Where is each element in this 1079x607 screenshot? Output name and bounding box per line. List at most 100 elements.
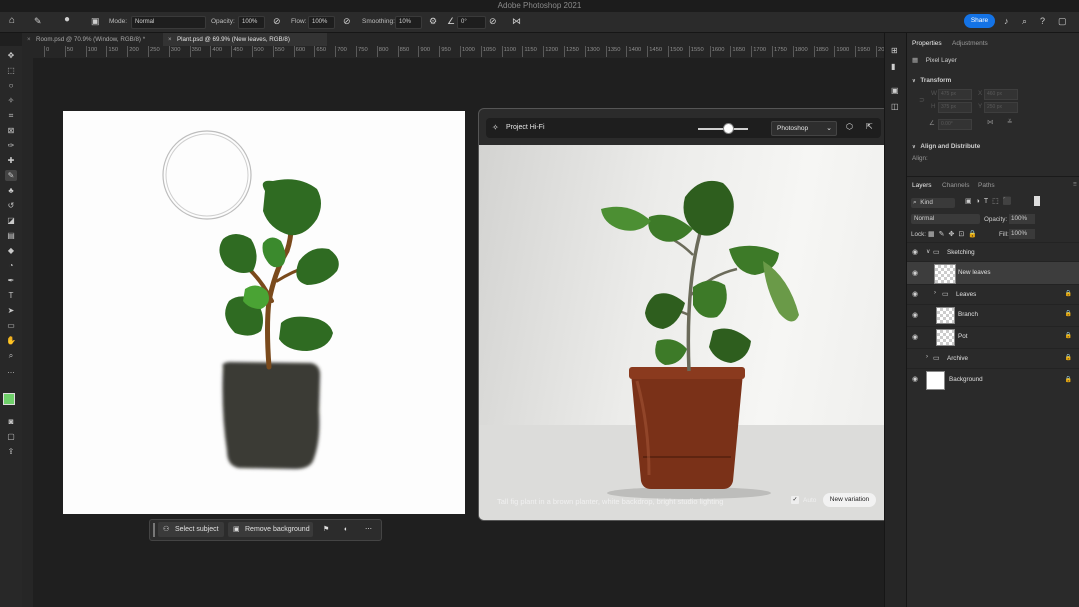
brush-settings-icon[interactable]: ▣ xyxy=(91,15,100,27)
visibility-eye-icon[interactable]: ◉ xyxy=(912,311,918,319)
gradient-icon[interactable]: ▤ xyxy=(5,230,17,241)
hexagon-icon[interactable]: ⬡ xyxy=(846,122,853,131)
flag-icon[interactable]: ⚑ xyxy=(323,522,329,537)
panel-menu-icon[interactable]: ≡ xyxy=(1073,181,1077,188)
layer-row-leaves[interactable]: ◉ › ▭ Leaves 🔒 xyxy=(907,284,1079,304)
move-tool-icon[interactable]: ✥ xyxy=(5,50,17,61)
export-icon[interactable]: ⇱ xyxy=(866,122,873,131)
width-field[interactable]: 475 px xyxy=(938,89,972,100)
layer-row-background[interactable]: ◉ Background 🔒 xyxy=(907,368,1079,391)
close-icon[interactable]: × xyxy=(27,33,31,46)
layer-row-sketching[interactable]: ◉ ∨ ▭ Sketching xyxy=(907,242,1079,262)
flip-horizontal-icon[interactable]: ⋈ xyxy=(987,119,993,126)
height-field[interactable]: 375 px xyxy=(938,102,972,113)
blend-mode-select[interactable]: Normal xyxy=(911,214,980,224)
pressure-opacity-icon[interactable]: ⊘ xyxy=(273,15,281,27)
foreground-color-swatch[interactable] xyxy=(3,393,15,405)
brush-tool-icon[interactable]: ✎ xyxy=(5,170,17,181)
tab-plant[interactable]: × Plant.psd @ 69.9% (New leaves, RGB/8) xyxy=(163,33,327,46)
notification-bell-icon[interactable]: ♪ xyxy=(1004,15,1009,27)
layer-row-archive[interactable]: › ▭ Archive 🔒 xyxy=(907,348,1079,368)
more-tools-icon[interactable]: … xyxy=(5,365,17,376)
smoothing-gear-icon[interactable]: ⚙ xyxy=(429,15,437,27)
tab-paths[interactable]: Paths xyxy=(978,182,995,189)
document-canvas[interactable] xyxy=(63,111,465,514)
chevron-right-icon[interactable]: › xyxy=(926,354,928,360)
tab-adjustments[interactable]: Adjustments xyxy=(952,40,988,47)
search-icon[interactable]: ⌕ xyxy=(1022,15,1027,27)
filter-icons[interactable]: ▣◑T⬚⬛ xyxy=(965,197,1015,205)
tab-room[interactable]: × Room.psd @ 70.9% (Window, RGB/8) * xyxy=(22,33,170,46)
link-icon[interactable]: ⊃ xyxy=(919,96,925,104)
smoothing-field[interactable]: 10% xyxy=(395,16,422,29)
workspace-icon[interactable]: ▢ xyxy=(1058,15,1067,27)
share-for-review-icon[interactable]: ⇪ xyxy=(5,446,17,457)
visibility-eye-icon[interactable]: ◉ xyxy=(912,290,918,298)
pen-tool-icon[interactable]: ✒ xyxy=(5,275,17,286)
visibility-eye-icon[interactable]: ◉ xyxy=(912,269,918,277)
history-icon[interactable]: ⊞ xyxy=(891,45,898,57)
brush-preset-icon[interactable]: ● xyxy=(64,14,70,26)
help-icon[interactable]: ? xyxy=(1040,15,1045,27)
close-icon[interactable]: × xyxy=(168,33,172,46)
tab-properties[interactable]: Properties xyxy=(912,40,942,47)
flow-field[interactable]: 100% xyxy=(308,16,335,29)
angle-field[interactable]: 0° xyxy=(457,16,486,29)
clone-stamp-icon[interactable]: ♣ xyxy=(5,185,17,196)
fill-field[interactable]: 100% xyxy=(1009,229,1035,239)
screen-mode-icon[interactable]: ▢ xyxy=(5,431,17,442)
chevron-right-icon[interactable]: › xyxy=(934,290,936,296)
source-select[interactable]: Photoshop ⌄ xyxy=(771,121,837,136)
properties-icon[interactable]: ▣ xyxy=(891,85,899,97)
eyedropper-icon[interactable]: ✑ xyxy=(5,140,17,151)
layer-opacity-field[interactable]: 100% xyxy=(1009,214,1035,224)
y-field[interactable]: 250 px xyxy=(984,102,1018,113)
share-button[interactable]: Share xyxy=(964,14,995,28)
quick-selection-icon[interactable]: ✧ xyxy=(5,95,17,106)
more-options-icon[interactable]: ⋯ xyxy=(365,522,372,537)
home-icon[interactable]: ⌂ xyxy=(9,15,15,27)
brush-tool-icon[interactable]: ✎ xyxy=(34,15,42,27)
quick-mask-icon[interactable]: ◙ xyxy=(5,416,17,427)
frame-tool-icon[interactable]: ⊠ xyxy=(5,125,17,136)
chevron-down-icon[interactable]: ∨ xyxy=(926,248,930,255)
blur-tool-icon[interactable]: ◆ xyxy=(5,245,17,256)
select-subject-button[interactable]: ⚇ Select subject xyxy=(158,522,224,537)
x-field[interactable]: 460 px xyxy=(984,89,1018,100)
adjustments-icon[interactable]: ◫ xyxy=(891,101,899,113)
new-variation-button[interactable]: New variation xyxy=(823,493,876,507)
visibility-eye-icon[interactable]: ◉ xyxy=(912,248,918,256)
rectangle-tool-icon[interactable]: ▭ xyxy=(5,320,17,331)
crop-tool-icon[interactable]: ⌗ xyxy=(5,110,17,121)
slider-knob[interactable] xyxy=(723,123,734,134)
remove-background-button[interactable]: ▣ Remove background xyxy=(228,522,313,537)
healing-brush-icon[interactable]: ✚ xyxy=(5,155,17,166)
path-selection-icon[interactable]: ➤ xyxy=(5,305,17,316)
history-brush-icon[interactable]: ↺ xyxy=(5,200,17,211)
adjust-icon[interactable]: ◐ xyxy=(344,522,348,537)
tab-layers[interactable]: Layers xyxy=(912,182,932,189)
lasso-tool-icon[interactable]: ○ xyxy=(5,80,17,91)
flip-vertical-icon[interactable]: ≚ xyxy=(1007,119,1012,126)
tab-channels[interactable]: Channels xyxy=(942,182,969,189)
auto-checkbox[interactable]: ✓ xyxy=(791,496,799,504)
mode-select[interactable]: Normal xyxy=(131,16,206,29)
drag-handle[interactable] xyxy=(153,523,155,537)
hand-tool-icon[interactable]: ✋ xyxy=(5,335,17,346)
lock-icons[interactable]: ▦✎✥⊡🔒 xyxy=(928,230,981,238)
type-tool-icon[interactable]: T xyxy=(5,290,17,301)
symmetry-icon[interactable]: ⋈ xyxy=(512,15,521,27)
visibility-eye-icon[interactable]: ◉ xyxy=(912,375,918,383)
airbrush-icon[interactable]: ⊘ xyxy=(343,15,351,27)
prompt-text[interactable]: Tall fig plant in a brown planter, white… xyxy=(497,497,723,506)
layer-row-new-leaves[interactable]: ◉ New leaves xyxy=(907,261,1079,284)
pressure-size-icon[interactable]: ⊘ xyxy=(489,15,497,27)
layer-row-branch[interactable]: ◉ Branch 🔒 xyxy=(907,304,1079,326)
marquee-tool-icon[interactable]: ⬚ xyxy=(5,65,17,76)
kind-filter[interactable]: ⌕ Kind xyxy=(911,198,955,208)
filter-toggle[interactable] xyxy=(1034,196,1040,206)
visibility-eye-icon[interactable]: ◉ xyxy=(912,333,918,341)
zoom-tool-icon[interactable]: ⌕ xyxy=(5,350,17,361)
eraser-icon[interactable]: ◪ xyxy=(5,215,17,226)
dodge-tool-icon[interactable]: ◔ xyxy=(5,260,17,271)
